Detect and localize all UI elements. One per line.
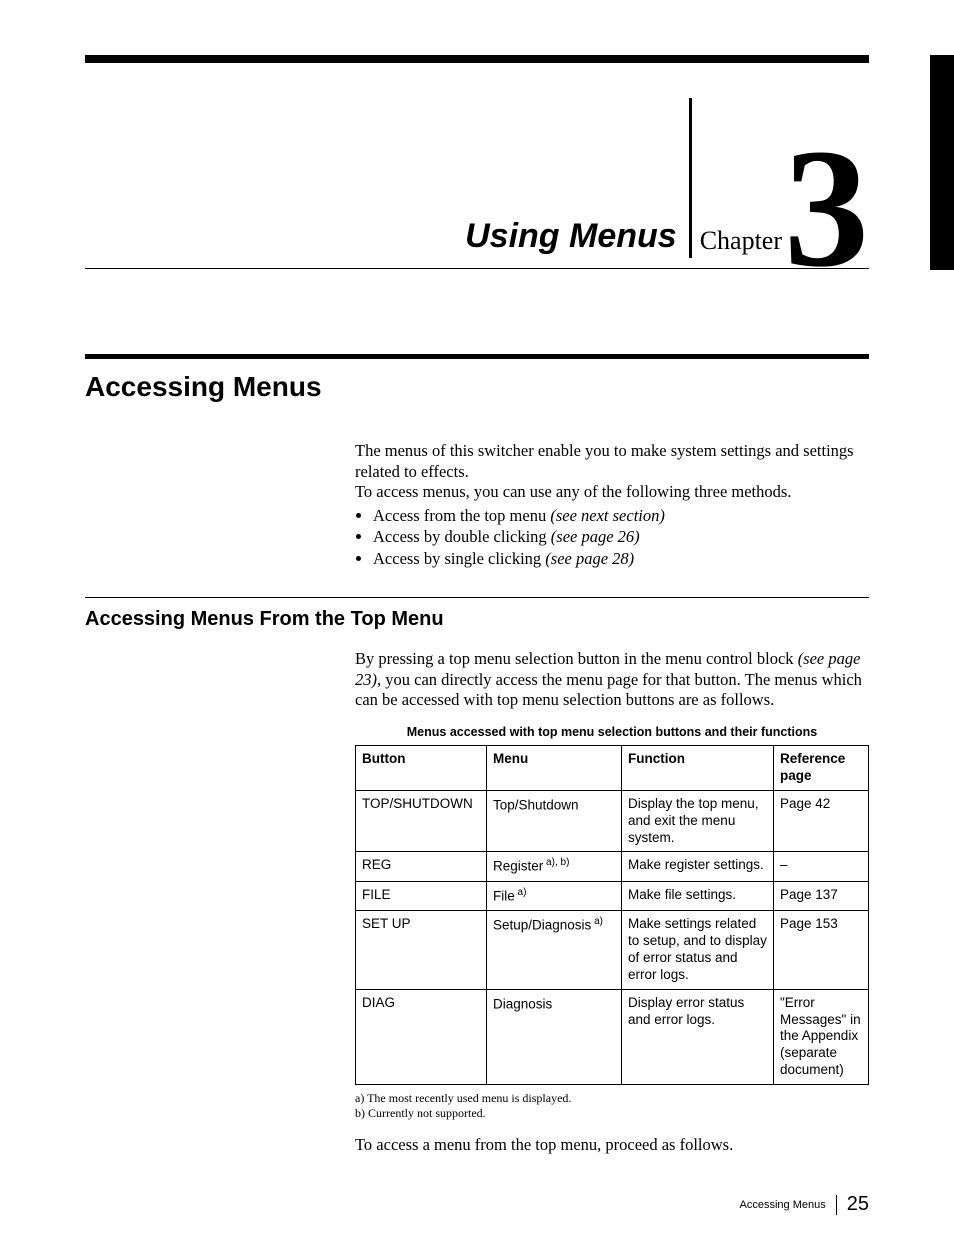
- cell-button: FILE: [356, 881, 487, 910]
- closing-para: To access a menu from the top menu, proc…: [355, 1135, 869, 1155]
- chapter-header: Using Menus Chapter 3: [85, 63, 869, 269]
- cell-menu: File a): [487, 881, 622, 910]
- section-title: Accessing Menus: [85, 371, 869, 403]
- subsection-body: By pressing a top menu selection button …: [355, 649, 869, 1155]
- cell-button: SET UP: [356, 911, 487, 990]
- intro-para-2: To access menus, you can use any of the …: [355, 482, 869, 503]
- menu-sup: a): [515, 887, 527, 898]
- chapter-word: Chapter: [700, 226, 784, 268]
- menu-name: Top/Shutdown: [493, 797, 579, 812]
- cell-reference: Page 137: [774, 881, 869, 910]
- cell-menu: Top/Shutdown: [487, 790, 622, 852]
- cell-function: Display the top menu, and exit the menu …: [622, 790, 774, 852]
- list-item: Access by single clicking (see page 28): [373, 548, 869, 569]
- menu-name: Diagnosis: [493, 996, 552, 1011]
- top-rule: [85, 55, 869, 63]
- bullet-ref: (see next section): [550, 506, 665, 525]
- th-menu: Menu: [487, 746, 622, 791]
- cell-button: REG: [356, 852, 487, 881]
- table-row: SET UP Setup/Diagnosis a) Make settings …: [356, 911, 869, 990]
- list-item: Access from the top menu (see next secti…: [373, 505, 869, 526]
- table-row: TOP/SHUTDOWN Top/Shutdown Display the to…: [356, 790, 869, 852]
- footer-label: Accessing Menus: [740, 1199, 836, 1211]
- footnotes: a) The most recently used menu is displa…: [355, 1091, 869, 1121]
- subsection-title: Accessing Menus From the Top Menu: [85, 608, 869, 631]
- cell-function: Make register settings.: [622, 852, 774, 881]
- cell-reference: Page 42: [774, 790, 869, 852]
- table-header-row: Button Menu Function Reference page: [356, 746, 869, 791]
- subsection-rule: [85, 597, 869, 598]
- cell-button: DIAG: [356, 989, 487, 1084]
- page-content: Using Menus Chapter 3 Accessing Menus Th…: [0, 0, 954, 1195]
- cell-menu: Register a), b): [487, 852, 622, 881]
- cell-button: TOP/SHUTDOWN: [356, 790, 487, 852]
- cell-menu: Setup/Diagnosis a): [487, 911, 622, 990]
- intro-block: The menus of this switcher enable you to…: [355, 441, 869, 569]
- page-number: 25: [847, 1193, 869, 1216]
- chapter-number: 3: [784, 140, 869, 276]
- bullet-text: Access by single clicking: [373, 549, 545, 568]
- access-methods-list: Access from the top menu (see next secti…: [355, 505, 869, 569]
- menu-name: Register: [493, 859, 543, 874]
- menu-name: File: [493, 888, 515, 903]
- menu-name: Setup/Diagnosis: [493, 918, 591, 933]
- table-caption: Menus accessed with top menu selection b…: [355, 725, 869, 739]
- cell-reference: Page 153: [774, 911, 869, 990]
- menu-sup: a), b): [543, 857, 569, 868]
- table-row: DIAG Diagnosis Display error status and …: [356, 989, 869, 1084]
- bullet-ref: (see page 26): [551, 527, 640, 546]
- th-reference: Reference page: [774, 746, 869, 791]
- cell-function: Display error status and error logs.: [622, 989, 774, 1084]
- cell-function: Make file settings.: [622, 881, 774, 910]
- bullet-text: Access from the top menu: [373, 506, 550, 525]
- cell-reference: –: [774, 852, 869, 881]
- page-footer: Accessing Menus 25: [740, 1193, 869, 1216]
- menu-table: Button Menu Function Reference page TOP/…: [355, 745, 869, 1085]
- table-row: FILE File a) Make file settings. Page 13…: [356, 881, 869, 910]
- para-b: , you can directly access the menu page …: [355, 670, 862, 710]
- footer-divider: [836, 1195, 837, 1215]
- chapter-title: Using Menus: [465, 217, 677, 268]
- th-button: Button: [356, 746, 487, 791]
- table-row: REG Register a), b) Make register settin…: [356, 852, 869, 881]
- cell-reference: "Error Messages" in the Appendix (separa…: [774, 989, 869, 1084]
- intro-para-1: The menus of this switcher enable you to…: [355, 441, 869, 482]
- bullet-ref: (see page 28): [545, 549, 634, 568]
- cell-function: Make settings related to setup, and to d…: [622, 911, 774, 990]
- vertical-divider: [689, 98, 692, 258]
- list-item: Access by double clicking (see page 26): [373, 526, 869, 547]
- footnote-b: b) Currently not supported.: [355, 1106, 869, 1121]
- cell-menu: Diagnosis: [487, 989, 622, 1084]
- para-a: By pressing a top menu selection button …: [355, 649, 798, 668]
- footnote-a: a) The most recently used menu is displa…: [355, 1091, 869, 1106]
- thumb-tab: [930, 55, 954, 270]
- th-function: Function: [622, 746, 774, 791]
- section-rule: [85, 354, 869, 359]
- subsection-para: By pressing a top menu selection button …: [355, 649, 869, 711]
- bullet-text: Access by double clicking: [373, 527, 551, 546]
- menu-sup: a): [591, 916, 603, 927]
